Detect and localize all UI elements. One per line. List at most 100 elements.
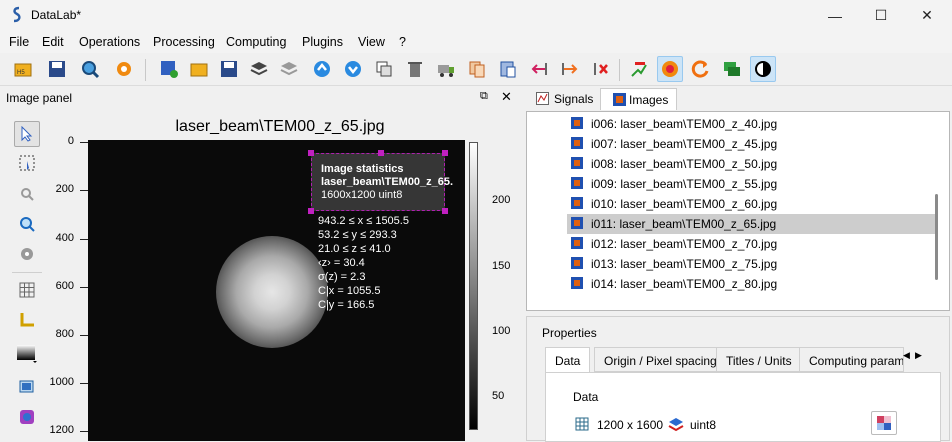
zoom-tool-button[interactable] xyxy=(14,181,40,207)
delete-metadata-button[interactable] xyxy=(588,56,614,82)
list-item[interactable]: i014: laser_beam\TEM00_z_80.jpg xyxy=(567,274,937,294)
list-item[interactable]: i010: laser_beam\TEM00_z_60.jpg xyxy=(567,194,937,214)
list-item[interactable]: i009: laser_beam\TEM00_z_55.jpg xyxy=(567,174,937,194)
minimize-button[interactable]: — xyxy=(812,0,858,31)
edit-data-button[interactable] xyxy=(871,411,897,435)
stats-image-name: laser_beam\TEM00_z_65. xyxy=(321,176,454,188)
magnifier-icon xyxy=(82,61,100,79)
list-item[interactable]: i013: laser_beam\TEM00_z_75.jpg xyxy=(567,254,937,274)
rect-select-tool-button[interactable] xyxy=(14,150,40,176)
image-item-icon xyxy=(571,277,583,289)
list-item-label: i009: laser_beam\TEM00_z_55.jpg xyxy=(591,177,778,191)
grid-toggle-button[interactable] xyxy=(14,277,40,303)
menu-processing[interactable]: Processing xyxy=(153,35,215,49)
save-h5-button[interactable] xyxy=(44,56,70,82)
image-item-icon xyxy=(571,257,583,269)
info-button[interactable] xyxy=(14,404,40,430)
list-item-label: i010: laser_beam\TEM00_z_60.jpg xyxy=(591,197,778,211)
duplicate-button[interactable] xyxy=(371,56,397,82)
tab-images[interactable]: Images xyxy=(600,88,678,110)
prop-tab-titles[interactable]: Titles / Units xyxy=(716,347,802,372)
open-h5-button[interactable]: H5 xyxy=(10,56,36,82)
new-image-button[interactable] xyxy=(156,56,182,82)
image-dtype: uint8 xyxy=(690,418,717,432)
image-canvas[interactable]: Image statistics laser_beam\TEM00_z_65. … xyxy=(88,140,465,441)
save-image-button[interactable] xyxy=(216,56,242,82)
move-down-button[interactable] xyxy=(340,56,366,82)
roi-handle[interactable] xyxy=(308,208,314,214)
autorefresh-toggle[interactable] xyxy=(657,56,683,82)
menu-file[interactable]: File xyxy=(9,35,29,49)
prop-tab-computing[interactable]: Computing parame xyxy=(799,347,904,372)
menu-help[interactable]: ? xyxy=(399,35,406,49)
sum-button[interactable] xyxy=(433,56,459,82)
tab-scroll-right-icon[interactable]: ▶ xyxy=(915,350,922,361)
tab-signals-label: Signals xyxy=(554,92,594,106)
arrow-down-icon xyxy=(345,61,361,77)
title-bar: DataLab* — ☐ ✕ xyxy=(0,0,952,31)
image-item-icon xyxy=(571,197,583,209)
zoom-in-icon xyxy=(20,217,35,232)
colormap-button[interactable] xyxy=(14,341,40,367)
import-image-button[interactable] xyxy=(246,56,272,82)
list-item[interactable]: i011: laser_beam\TEM00_z_65.jpg xyxy=(567,214,937,234)
export-metadata-button[interactable] xyxy=(557,56,583,82)
plot-settings-button[interactable] xyxy=(14,241,40,267)
refresh-button[interactable] xyxy=(688,56,714,82)
roi-handle[interactable] xyxy=(442,150,448,156)
axes-button[interactable] xyxy=(14,307,40,333)
delete-button[interactable] xyxy=(402,56,428,82)
select-tool-button[interactable] xyxy=(14,121,40,147)
menu-plugins[interactable]: Plugins xyxy=(302,35,343,49)
settings-button[interactable] xyxy=(111,56,137,82)
export-arrow-icon xyxy=(562,63,578,75)
prop-tab-data[interactable]: Data xyxy=(545,347,591,372)
close-panel-icon[interactable]: ✕ xyxy=(501,89,512,105)
statistics-roi[interactable]: Image statistics laser_beam\TEM00_z_65. … xyxy=(311,153,454,211)
truck-icon xyxy=(438,65,454,77)
list-item-label: i006: laser_beam\TEM00_z_40.jpg xyxy=(591,117,778,131)
list-item[interactable]: i012: laser_beam\TEM00_z_70.jpg xyxy=(567,234,937,254)
copy-metadata-button[interactable] xyxy=(464,56,490,82)
import-metadata-button[interactable] xyxy=(526,56,552,82)
list-item-label: i012: laser_beam\TEM00_z_70.jpg xyxy=(591,237,778,251)
splitter[interactable] xyxy=(518,88,524,441)
refresh-orange-icon xyxy=(662,61,678,77)
export-image-button[interactable] xyxy=(276,56,302,82)
move-up-button[interactable] xyxy=(309,56,335,82)
list-item[interactable]: i007: laser_beam\TEM00_z_45.jpg xyxy=(567,134,937,154)
properties-title: Properties xyxy=(542,326,597,340)
menu-operations[interactable]: Operations xyxy=(79,35,140,49)
tab-images-label: Images xyxy=(629,93,669,107)
list-scroll-thumb[interactable] xyxy=(935,194,938,280)
properties-panel: Properties Data Origin / Pixel spacing T… xyxy=(526,316,950,442)
menu-computing[interactable]: Computing xyxy=(226,35,286,49)
paste-metadata-button[interactable] xyxy=(495,56,521,82)
tab-scroll-left-icon[interactable]: ◀ xyxy=(903,350,910,361)
close-window-button[interactable]: ✕ xyxy=(904,0,950,31)
y-tick-label: 200 xyxy=(55,183,74,195)
roi-handle[interactable] xyxy=(308,150,314,156)
annotations-button[interactable] xyxy=(626,56,652,82)
image-stats-button[interactable] xyxy=(14,373,40,399)
maximize-button[interactable]: ☐ xyxy=(858,0,904,31)
float-panel-icon[interactable]: ⧉ xyxy=(480,90,488,103)
datalab-logo-icon xyxy=(13,6,21,23)
contrast-toggle[interactable] xyxy=(750,56,776,82)
list-scrollbar[interactable] xyxy=(939,112,949,310)
list-item[interactable]: i006: laser_beam\TEM00_z_40.jpg xyxy=(567,114,937,134)
roi-handle[interactable] xyxy=(378,150,384,156)
menu-view[interactable]: View xyxy=(358,35,385,49)
roi-handle[interactable] xyxy=(442,208,448,214)
open-image-button[interactable] xyxy=(186,56,212,82)
pointer-icon xyxy=(21,126,33,142)
tab-signals[interactable]: Signals xyxy=(526,88,601,110)
list-item[interactable]: i008: laser_beam\TEM00_z_50.jpg xyxy=(567,154,937,174)
browse-h5-button[interactable] xyxy=(77,56,103,82)
prop-tab-origin[interactable]: Origin / Pixel spacing xyxy=(594,347,727,372)
show-titles-button[interactable] xyxy=(719,56,745,82)
menu-edit[interactable]: Edit xyxy=(42,35,64,49)
zoom-in-tool-button[interactable] xyxy=(14,211,40,237)
colorbar-tick-label: 100 xyxy=(492,325,511,337)
comment-icon xyxy=(724,62,740,76)
